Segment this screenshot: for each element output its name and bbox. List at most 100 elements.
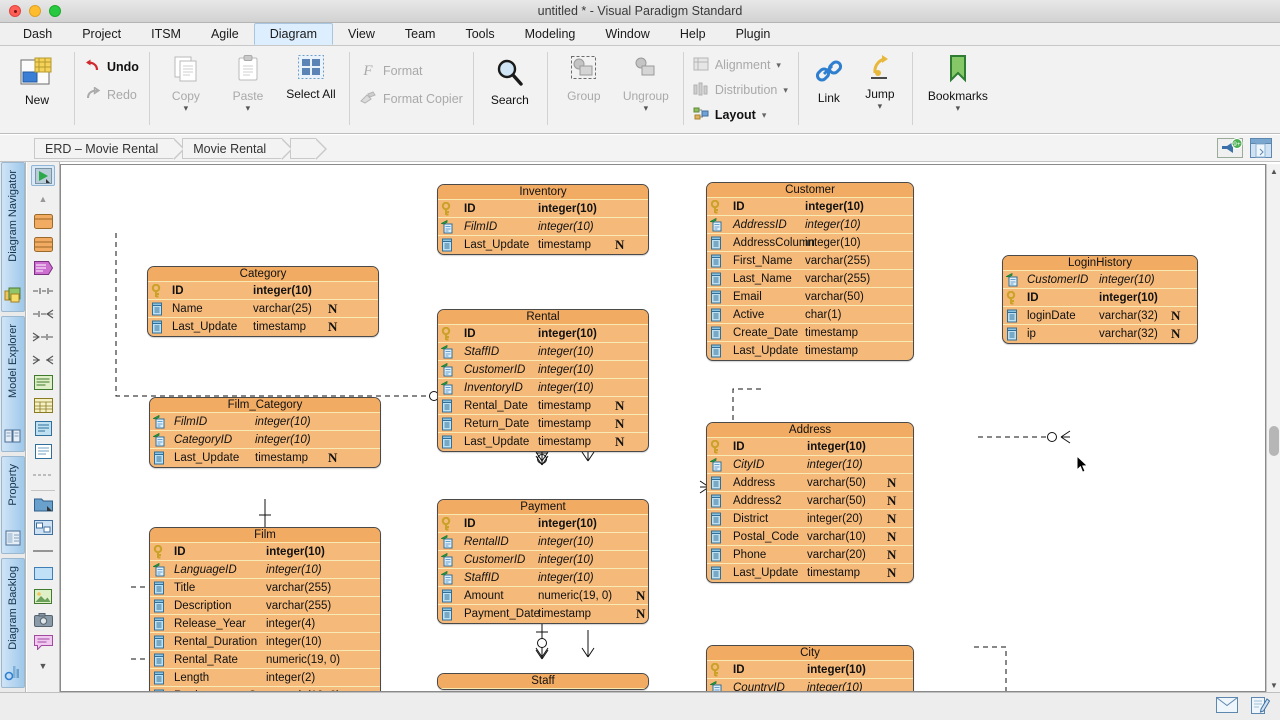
diagram-canvas[interactable]: InventoryIDinteger(10) FilmIDinteger(10) L… — [60, 164, 1266, 692]
alignment-button[interactable]: Alignment ▾ — [693, 54, 788, 76]
entity-attribute-row[interactable]: ipvarchar(32)N — [1003, 325, 1197, 343]
undo-button[interactable]: Undo — [84, 56, 139, 78]
menu-help[interactable]: Help — [665, 23, 721, 45]
line-tool[interactable] — [31, 540, 55, 561]
entity-attribute-row[interactable]: IDinteger(10) — [707, 661, 913, 679]
one-to-one-relationship-tool[interactable] — [31, 280, 55, 301]
entity-attribute-row[interactable]: IDinteger(10) — [1003, 289, 1197, 307]
link-button[interactable]: Link — [804, 50, 854, 105]
entity-attribute-row[interactable]: Phonevarchar(20)N — [707, 546, 913, 564]
entity-attribute-row[interactable]: Descriptionvarchar(255) — [150, 597, 380, 615]
entity-attribute-row[interactable]: Rental_Ratenumeric(19, 0) — [150, 651, 380, 669]
view-tool[interactable] — [31, 257, 55, 278]
entity-attribute-row[interactable]: Rental_DatetimestampN — [438, 397, 648, 415]
entity-attribute-row[interactable]: InventoryIDinteger(10) — [438, 379, 648, 397]
entity-attribute-row[interactable]: Districtinteger(20)N — [707, 510, 913, 528]
entity-attribute-row[interactable]: Titlevarchar(255) — [150, 579, 380, 597]
menu-diagram[interactable]: Diagram — [254, 23, 333, 45]
entity-attribute-row[interactable]: CustomerIDinteger(10) — [438, 551, 648, 569]
bookmarks-button[interactable]: Bookmarks ▾ — [918, 50, 998, 112]
minimize-window-button[interactable] — [29, 5, 41, 17]
entity-attribute-row[interactable]: AddressIDinteger(10) — [707, 216, 913, 234]
entity-attribute-row[interactable]: FilmIDinteger(10) — [150, 413, 380, 431]
breadcrumb-item-diagram[interactable]: Movie Rental — [182, 138, 282, 159]
format-button[interactable]: F Format — [359, 60, 463, 82]
sidebar-tab-property[interactable]: Property — [1, 456, 25, 554]
many-to-one-relationship-tool[interactable] — [31, 326, 55, 347]
ungroup-button[interactable]: Ungroup ▾ — [615, 50, 677, 112]
menu-dash[interactable]: Dash — [8, 23, 67, 45]
entity-loginhistory[interactable]: LoginHistoryCustomerIDinteger(10)IDinteg… — [1002, 255, 1198, 344]
entity-attribute-row[interactable]: Activechar(1) — [707, 306, 913, 324]
entity-payment[interactable]: PaymentIDinteger(10)RentalIDinteger(10)C… — [437, 499, 649, 624]
entity-attribute-row[interactable]: Release_Yearinteger(4) — [150, 615, 380, 633]
new-button[interactable]: New — [6, 50, 68, 107]
format-copier-button[interactable]: Format Copier — [359, 88, 463, 110]
entity-city[interactable]: CityIDinteger(10)CountryIDinteger(10) — [706, 645, 914, 692]
sidebar-tab-diagram-navigator[interactable]: Diagram Navigator — [1, 162, 25, 312]
bookmarks-dropdown-chevron-icon[interactable]: ▾ — [956, 104, 961, 112]
pointer-tool[interactable] — [31, 165, 55, 186]
entity-attribute-row[interactable]: Addressvarchar(50)N — [707, 474, 913, 492]
model-tool[interactable] — [31, 517, 55, 538]
copy-button[interactable]: Copy ▾ — [155, 50, 217, 112]
menu-agile[interactable]: Agile — [196, 23, 254, 45]
scroll-up-tool[interactable]: ▲ — [31, 188, 55, 209]
entity-address[interactable]: AddressIDinteger(10)CityIDinteger(10)Add… — [706, 422, 914, 583]
entity-attribute-row[interactable]: IDinteger(10) — [148, 282, 378, 300]
entity-attribute-row[interactable]: StaffIDinteger(10) — [438, 569, 648, 587]
many-to-many-relationship-tool[interactable] — [31, 349, 55, 370]
toggle-panel-button[interactable] — [1250, 138, 1272, 161]
entity-staff[interactable]: Staff — [437, 673, 649, 690]
entity-attribute-row[interactable]: FilmIDinteger(10) — [438, 218, 648, 236]
entity-attribute-row[interactable]: Lengthinteger(2) — [150, 669, 380, 687]
entity-attribute-row[interactable]: Emailvarchar(50) — [707, 288, 913, 306]
entity-attribute-row[interactable]: Payment_DatetimestampN — [438, 605, 648, 623]
paste-button[interactable]: Paste ▾ — [217, 50, 279, 112]
menu-team[interactable]: Team — [390, 23, 451, 45]
table-tool[interactable] — [31, 395, 55, 416]
paste-dropdown-chevron-icon[interactable]: ▾ — [246, 104, 251, 112]
image-tool[interactable] — [31, 586, 55, 607]
entity-attribute-row[interactable]: Last_UpdatetimestampN — [438, 433, 648, 451]
scroll-down-arrow-icon[interactable]: ▼ — [1267, 678, 1280, 692]
layout-chevron-down-icon[interactable]: ▾ — [762, 110, 767, 121]
note-tool[interactable] — [31, 372, 55, 393]
comment-tool[interactable] — [31, 632, 55, 653]
alignment-chevron-down-icon[interactable]: ▾ — [776, 60, 781, 71]
notification-announcement-button[interactable]: 9+ — [1217, 138, 1243, 161]
entity-tool[interactable] — [31, 211, 55, 232]
entity-attribute-row[interactable]: Last_UpdatetimestampN — [148, 318, 378, 336]
menu-view[interactable]: View — [333, 23, 390, 45]
scroll-up-arrow-icon[interactable]: ▲ — [1267, 164, 1280, 178]
distribution-button[interactable]: Distribution ▾ — [693, 79, 788, 101]
entity-attribute-row[interactable]: Amountnumeric(19, 0)N — [438, 587, 648, 605]
entity-rental[interactable]: RentalIDinteger(10)StaffIDinteger(10)Cus… — [437, 309, 649, 452]
entity-attribute-row[interactable]: Last_Namevarchar(255) — [707, 270, 913, 288]
sidebar-tab-diagram-backlog[interactable]: Diagram Backlog — [1, 558, 25, 688]
entity-attribute-row[interactable]: IDinteger(10) — [150, 543, 380, 561]
search-button[interactable]: Search — [479, 50, 541, 107]
entity-attribute-row[interactable]: Postal_Codevarchar(10)N — [707, 528, 913, 546]
menu-tools[interactable]: Tools — [450, 23, 509, 45]
jump-dropdown-chevron-icon[interactable]: ▾ — [878, 102, 883, 110]
copy-dropdown-chevron-icon[interactable]: ▾ — [184, 104, 189, 112]
menu-project[interactable]: Project — [67, 23, 136, 45]
canvas-vertical-scrollbar[interactable]: ▲ ▼ — [1266, 164, 1280, 692]
entity-alt-tool[interactable] — [31, 234, 55, 255]
entity-attribute-row[interactable]: CountryIDinteger(10) — [707, 679, 913, 692]
breadcrumb-item-erd[interactable]: ERD – Movie Rental — [34, 138, 174, 159]
entity-attribute-row[interactable]: StaffIDinteger(10) — [438, 343, 648, 361]
layout-button[interactable]: Layout ▾ — [693, 104, 788, 126]
entity-film_category[interactable]: Film_CategoryFilmIDinteger(10)CategoryID… — [149, 397, 381, 468]
screenshot-tool[interactable] — [31, 609, 55, 630]
mail-icon[interactable] — [1216, 697, 1238, 718]
menu-plugin[interactable]: Plugin — [721, 23, 786, 45]
entity-attribute-row[interactable]: AddressColumninteger(10) — [707, 234, 913, 252]
menu-window[interactable]: Window — [590, 23, 664, 45]
column-tool[interactable] — [31, 418, 55, 439]
group-button[interactable]: Group — [553, 50, 615, 103]
compose-icon[interactable] — [1250, 697, 1270, 718]
entity-attribute-row[interactable]: RentalIDinteger(10) — [438, 533, 648, 551]
entity-attribute-row[interactable]: Last_UpdatetimestampN — [707, 564, 913, 582]
